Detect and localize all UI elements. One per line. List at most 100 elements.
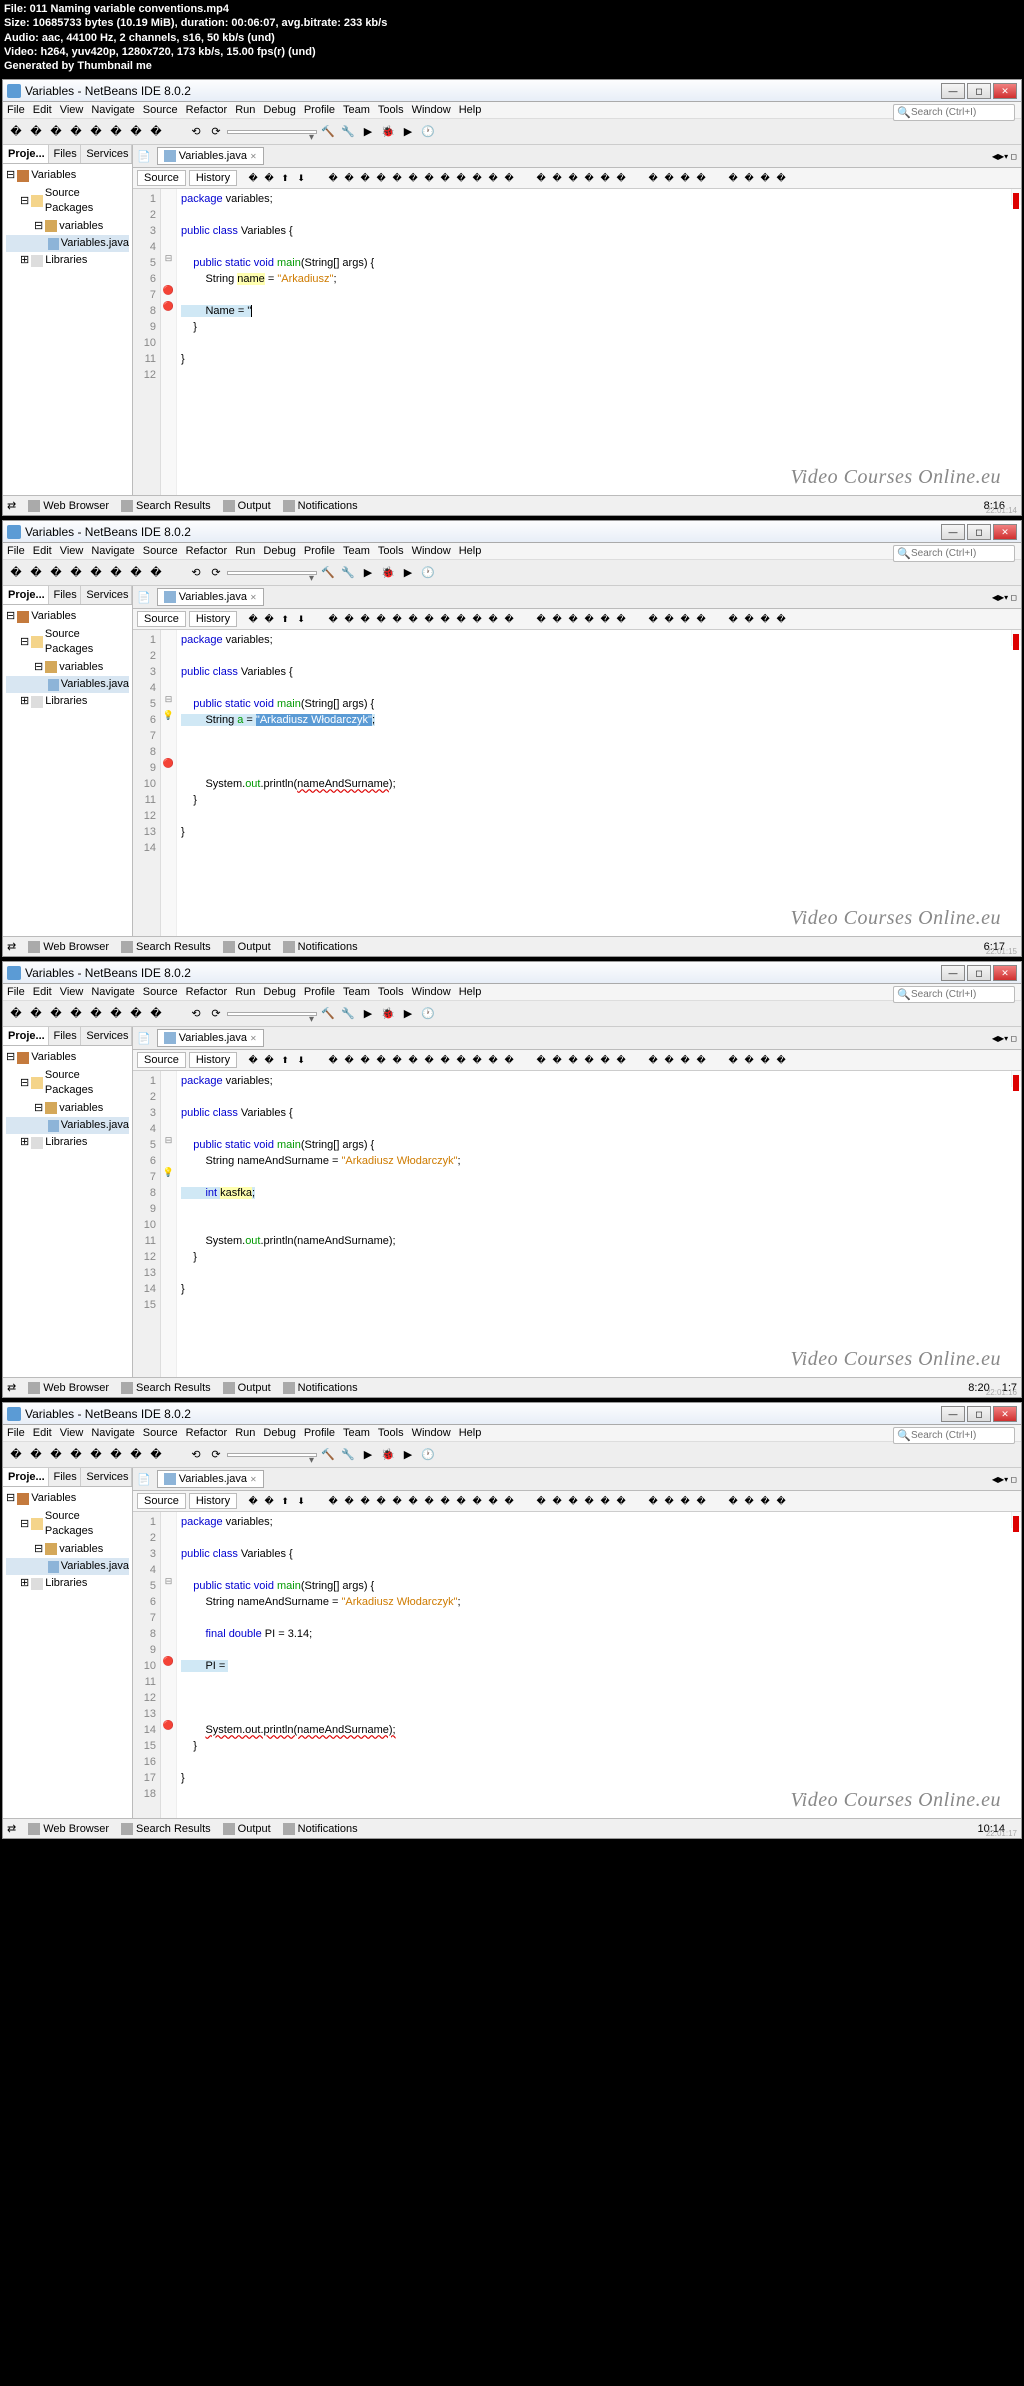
tree-file[interactable]: Variables.java <box>6 676 129 693</box>
code-content[interactable]: package variables;public class Variables… <box>177 1071 1021 1377</box>
code-editor[interactable]: 123456789101112131415161718 ⊟🔴🔴 package … <box>133 1512 1021 1818</box>
menu-edit[interactable]: Edit <box>33 104 52 116</box>
menu-view[interactable]: View <box>60 545 84 557</box>
toolbar-icon[interactable]: ⟳ <box>207 1446 225 1464</box>
editor-toolbar-icon[interactable]: � <box>390 1053 404 1067</box>
menu-tools[interactable]: Tools <box>378 986 404 998</box>
editor-toolbar-icon[interactable] <box>310 612 324 626</box>
status-web-browser[interactable]: Web Browser <box>28 941 109 953</box>
editor-toolbar-icon[interactable]: � <box>422 1053 436 1067</box>
editor-toolbar-icon[interactable]: � <box>486 1053 500 1067</box>
editor-toolbar-icon[interactable] <box>630 1053 644 1067</box>
editor-toolbar-icon[interactable]: � <box>438 1494 452 1508</box>
close-tab-icon[interactable]: ✕ <box>250 152 257 161</box>
editor-toolbar-icon[interactable] <box>518 612 532 626</box>
menu-debug[interactable]: Debug <box>263 104 295 116</box>
editor-toolbar-icon[interactable]: � <box>502 612 516 626</box>
sidetab-files[interactable]: Files <box>49 1027 82 1045</box>
editor-toolbar-icon[interactable]: ⬇ <box>294 171 308 185</box>
editor-toolbar-icon[interactable]: � <box>534 1494 548 1508</box>
editor-toolbar-icon[interactable]: � <box>342 612 356 626</box>
toolbar-icon[interactable]: ▶ <box>399 1446 417 1464</box>
editor-toolbar-icon[interactable]: � <box>470 171 484 185</box>
editor-tab[interactable]: Variables.java✕ <box>157 588 264 606</box>
editor-toolbar-icon[interactable]: � <box>438 612 452 626</box>
close-button[interactable]: ✕ <box>993 524 1017 540</box>
editor-toolbar-icon[interactable]: � <box>758 171 772 185</box>
editor-toolbar-icon[interactable]: � <box>534 171 548 185</box>
menu-team[interactable]: Team <box>343 986 370 998</box>
menu-refactor[interactable]: Refactor <box>186 104 228 116</box>
tree-src[interactable]: ⊟Source Packages <box>6 185 129 218</box>
editor-toolbar-icon[interactable]: � <box>502 1494 516 1508</box>
menu-source[interactable]: Source <box>143 545 178 557</box>
editor-toolbar-icon[interactable]: � <box>646 1053 660 1067</box>
editor-toolbar-icon[interactable]: � <box>374 1053 388 1067</box>
editor-toolbar-icon[interactable]: � <box>390 612 404 626</box>
search-box[interactable]: 🔍 <box>893 104 1015 121</box>
editor-toolbar-icon[interactable]: � <box>598 171 612 185</box>
history-tab[interactable]: History <box>189 1493 237 1509</box>
maximize-button[interactable]: ◻ <box>967 1406 991 1422</box>
editor-toolbar-icon[interactable]: � <box>598 1494 612 1508</box>
editor-toolbar-icon[interactable]: � <box>582 612 596 626</box>
editor-toolbar-icon[interactable]: � <box>390 1494 404 1508</box>
status-toggle-icon[interactable]: ⇄ <box>7 1381 16 1394</box>
editor-toolbar-icon[interactable]: � <box>470 612 484 626</box>
editor-toolbar-icon[interactable]: � <box>262 171 276 185</box>
toolbar-icon[interactable]: 🕐 <box>419 564 437 582</box>
editor-toolbar-icon[interactable]: � <box>454 1053 468 1067</box>
editor-toolbar-icon[interactable]: � <box>550 1494 564 1508</box>
editor-toolbar-icon[interactable]: � <box>758 1053 772 1067</box>
sidetab-services[interactable]: Services <box>81 586 132 604</box>
menu-window[interactable]: Window <box>412 1427 451 1439</box>
status-toggle-icon[interactable]: ⇄ <box>7 940 16 953</box>
editor-toolbar-icon[interactable]: � <box>582 1494 596 1508</box>
editor-toolbar-icon[interactable]: � <box>326 171 340 185</box>
editor-toolbar-icon[interactable]: � <box>662 612 676 626</box>
toolbar-icon[interactable]: � <box>147 123 165 141</box>
menu-profile[interactable]: Profile <box>304 1427 335 1439</box>
toolbar-icon[interactable]: 🕐 <box>419 1005 437 1023</box>
sidetab-projects[interactable]: Proje... <box>3 145 49 163</box>
editor-toolbar-icon[interactable]: � <box>422 1494 436 1508</box>
tree-project[interactable]: ⊟Variables <box>6 608 129 625</box>
toolbar-icon[interactable]: ⟲ <box>187 1446 205 1464</box>
editor-toolbar-icon[interactable]: � <box>646 1494 660 1508</box>
editor-toolbar-icon[interactable]: � <box>566 1494 580 1508</box>
editor-toolbar-icon[interactable]: � <box>678 171 692 185</box>
toolbar-icon[interactable]: ▶ <box>399 564 417 582</box>
code-editor[interactable]: 1234567891011121314 ⊟💡🔴 package variable… <box>133 630 1021 936</box>
toolbar-icon[interactable]: � <box>127 564 145 582</box>
editor-toolbar-icon[interactable]: � <box>246 171 260 185</box>
menu-navigate[interactable]: Navigate <box>91 986 134 998</box>
menu-source[interactable]: Source <box>143 986 178 998</box>
toolbar-icon[interactable]: 🐞 <box>379 1005 397 1023</box>
toolbar-icon[interactable]: 🔨 <box>319 1446 337 1464</box>
editor-toolbar-icon[interactable]: � <box>726 612 740 626</box>
code-content[interactable]: package variables;public class Variables… <box>177 1512 1021 1818</box>
close-button[interactable]: ✕ <box>993 1406 1017 1422</box>
menu-window[interactable]: Window <box>412 545 451 557</box>
toolbar-icon[interactable]: 🔨 <box>319 123 337 141</box>
editor-toolbar-icon[interactable]: � <box>614 612 628 626</box>
search-input[interactable] <box>911 107 1011 118</box>
history-tab[interactable]: History <box>189 611 237 627</box>
menu-help[interactable]: Help <box>459 1427 482 1439</box>
tree-pkg[interactable]: ⊟variables <box>6 1541 129 1558</box>
editor-toolbar-icon[interactable] <box>310 1053 324 1067</box>
status-web-browser[interactable]: Web Browser <box>28 1382 109 1394</box>
minimize-button[interactable]: — <box>941 83 965 99</box>
search-box[interactable]: 🔍 <box>893 986 1015 1003</box>
toolbar-icon[interactable]: � <box>67 123 85 141</box>
toolbar-icon[interactable]: 🐞 <box>379 123 397 141</box>
menu-navigate[interactable]: Navigate <box>91 1427 134 1439</box>
editor-tab-controls[interactable]: ◀▶▾ ◻ <box>992 593 1017 602</box>
menu-run[interactable]: Run <box>235 986 255 998</box>
toolbar-icon[interactable]: � <box>87 123 105 141</box>
sidetab-projects[interactable]: Proje... <box>3 1468 49 1486</box>
source-tab[interactable]: Source <box>137 611 186 627</box>
menu-file[interactable]: File <box>7 1427 25 1439</box>
toolbar-icon[interactable]: ⟳ <box>207 1005 225 1023</box>
editor-toolbar-icon[interactable]: � <box>550 1053 564 1067</box>
